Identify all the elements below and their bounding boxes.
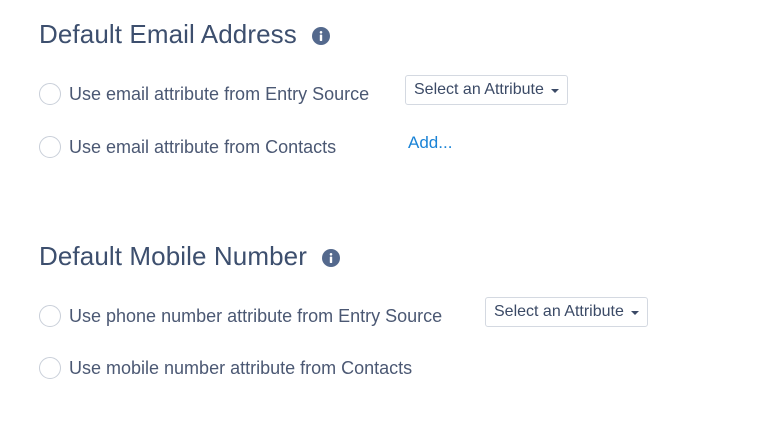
mobile-contacts-label[interactable]: Use mobile number attribute from Contact…	[69, 358, 412, 379]
email-add-link[interactable]: Add...	[408, 133, 452, 153]
default-email-section: Default Email Address Use email attribut…	[39, 18, 739, 158]
mobile-contacts-radio[interactable]	[39, 357, 61, 379]
email-option-contacts[interactable]: Use email attribute from Contacts	[39, 134, 336, 160]
default-mobile-title: Default Mobile Number	[39, 240, 307, 271]
default-email-title: Default Email Address	[39, 18, 297, 49]
mobile-entry-source-label[interactable]: Use phone number attribute from Entry So…	[69, 306, 442, 327]
info-icon[interactable]	[311, 26, 330, 45]
mobile-entry-source-radio[interactable]	[39, 305, 61, 327]
email-option-entry-source[interactable]: Use email attribute from Entry Source	[39, 81, 369, 107]
email-contacts-radio[interactable]	[39, 136, 61, 158]
info-glyph	[329, 252, 333, 263]
info-icon[interactable]	[322, 248, 340, 267]
email-attribute-select[interactable]: Select an Attribute	[405, 75, 568, 105]
email-entry-source-radio[interactable]	[39, 83, 61, 105]
email-attribute-select-label: Select an Attribute	[414, 81, 544, 98]
caret-down-icon	[550, 88, 559, 93]
default-mobile-heading: Default Mobile Number	[39, 240, 739, 272]
default-mobile-section: Default Mobile Number Use phone number a…	[39, 240, 739, 379]
mobile-attribute-select[interactable]: Select an Attribute	[485, 297, 648, 327]
mobile-option-entry-source[interactable]: Use phone number attribute from Entry So…	[39, 303, 442, 329]
email-entry-source-label[interactable]: Use email attribute from Entry Source	[69, 84, 369, 105]
mobile-option-contacts[interactable]: Use mobile number attribute from Contact…	[39, 355, 412, 381]
email-contacts-label[interactable]: Use email attribute from Contacts	[69, 137, 336, 158]
page: Default Email Address Use email attribut…	[0, 0, 770, 426]
caret-down-icon	[630, 310, 639, 315]
info-glyph	[319, 30, 323, 41]
mobile-attribute-select-label: Select an Attribute	[494, 303, 624, 320]
default-email-heading: Default Email Address	[39, 18, 739, 50]
